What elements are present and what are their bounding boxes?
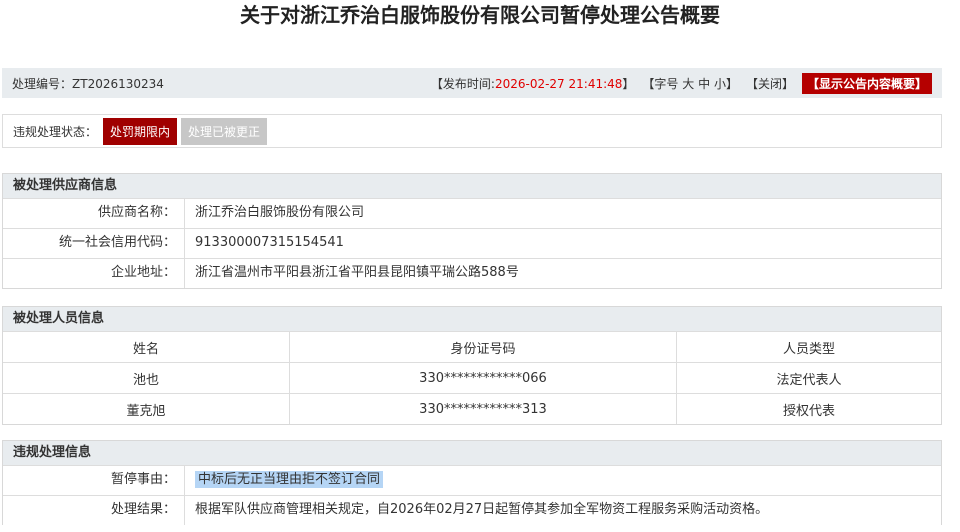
supplier-heading: 被处理供应商信息 bbox=[3, 174, 941, 198]
violation-row-result: 处理结果： 根据军队供应商管理相关规定，自2026年02月27日起暂停其参加全军… bbox=[3, 495, 941, 525]
close-link[interactable]: 【关闭】 bbox=[746, 75, 794, 92]
table-header: 姓名 身份证号码 人员类型 bbox=[3, 331, 941, 363]
show-summary-button[interactable]: 【显示公告内容概要】 bbox=[801, 72, 932, 94]
persons-heading: 被处理人员信息 bbox=[3, 307, 941, 331]
violation-row-reason: 暂停事由： 中标后无正当理由拒不签订合同 bbox=[3, 465, 941, 495]
supplier-panel: 被处理供应商信息 供应商名称： 浙江乔治白服饰股份有限公司 统一社会信用代码： … bbox=[2, 173, 942, 289]
violation-panel: 违规处理信息 暂停事由： 中标后无正当理由拒不签订合同 处理结果： 根据军队供应… bbox=[2, 440, 942, 525]
violation-heading: 违规处理信息 bbox=[3, 441, 941, 465]
font-medium-link[interactable]: 中 bbox=[698, 77, 710, 91]
reason-text: 中标后无正当理由拒不签订合同 bbox=[195, 471, 384, 488]
table-row: 董克旭 330************313 授权代表 bbox=[3, 393, 941, 424]
persons-panel: 被处理人员信息 姓名 身份证号码 人员类型 池也 330************… bbox=[2, 306, 942, 425]
result-text: 根据军队供应商管理相关规定，自2026年02月27日起暂停其参加全军物资工程服务… bbox=[195, 502, 769, 517]
status-label: 违规处理状态： bbox=[13, 124, 98, 139]
page-title: 关于对浙江乔治白服饰股份有限公司暂停处理公告概要 bbox=[240, 3, 720, 27]
supplier-row-credit-code: 统一社会信用代码： 913300007315154541 bbox=[3, 228, 941, 258]
info-bar: 处理编号：ZT2026130234 【发布时间:2026-02-27 21:41… bbox=[2, 68, 942, 98]
table-row: 池也 330************066 法定代表人 bbox=[3, 362, 941, 394]
status-inactive-badge[interactable]: 处理已被更正 bbox=[181, 117, 268, 145]
supplier-row-name: 供应商名称： 浙江乔治白服饰股份有限公司 bbox=[3, 198, 941, 228]
process-number: 处理编号：ZT2026130234 bbox=[12, 76, 164, 91]
font-large-link[interactable]: 大 bbox=[682, 77, 694, 91]
status-active-badge[interactable]: 处罚期限内 bbox=[103, 117, 178, 145]
supplier-row-address: 企业地址： 浙江省温州市平阳县浙江省平阳县昆阳镇平瑞公路588号 bbox=[3, 258, 941, 288]
publish-time: 【发布时间:2026-02-27 21:41:48】 bbox=[430, 76, 635, 91]
font-size-control: 【字号 大 中 小】 bbox=[642, 76, 738, 91]
persons-table: 姓名 身份证号码 人员类型 池也 330************066 法定代表… bbox=[3, 331, 941, 424]
font-small-link[interactable]: 小】 bbox=[714, 77, 738, 91]
status-row: 违规处理状态： 处罚期限内 处理已被更正 bbox=[2, 114, 942, 148]
